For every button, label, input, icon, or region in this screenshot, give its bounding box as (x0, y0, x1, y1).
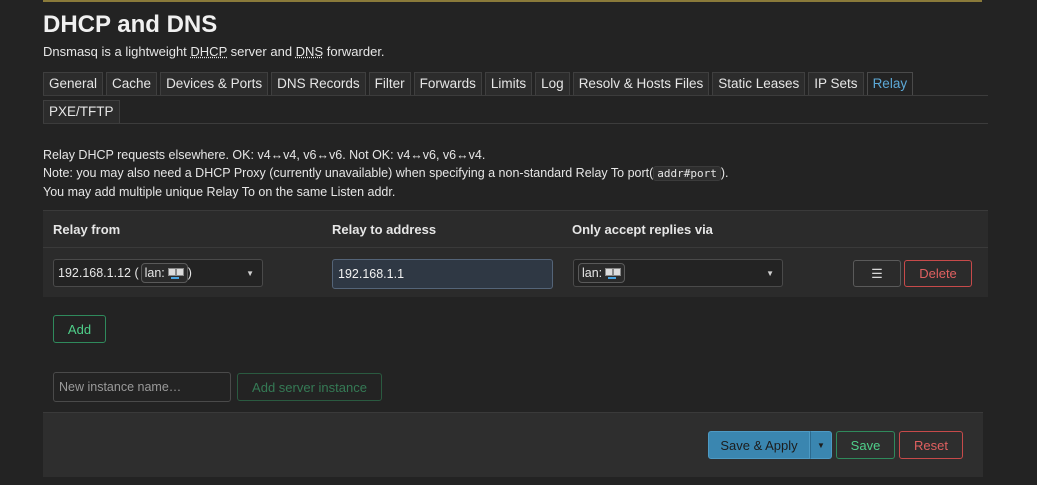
info-line-1: Relay DHCP requests elsewhere. OK: v4↔v4… (43, 148, 486, 162)
save-apply-button[interactable]: Save & Apply (708, 431, 810, 459)
tab-row-1: General Cache Devices & Ports DNS Record… (43, 72, 988, 96)
reset-button[interactable]: Reset (899, 431, 963, 459)
header-relay-to: Relay to address (332, 221, 437, 237)
relay-info: Relay DHCP requests elsewhere. OK: v4↔v4… (43, 146, 988, 201)
desc-text: Dnsmasq is a lightweight (43, 44, 191, 59)
tab-log[interactable]: Log (535, 72, 570, 95)
info-line-2: Note: you may also need a DHCP Proxy (cu… (43, 164, 988, 183)
chevron-down-icon: ▼ (817, 440, 825, 450)
tab-cache[interactable]: Cache (106, 72, 158, 95)
delete-button[interactable]: Delete (904, 260, 972, 287)
info-line-3: You may add multiple unique Relay To on … (43, 185, 396, 199)
relay-from-select[interactable]: 192.168.1.12 ( lan:) ▼ (53, 259, 263, 287)
network-icon (167, 267, 184, 279)
interface-label: lan: (582, 266, 603, 280)
replies-via-select[interactable]: lan: ▼ (573, 259, 783, 287)
row-menu-button[interactable]: ☰ (853, 260, 901, 287)
code-addr-port: addr#port (653, 166, 721, 181)
info-text: ). (720, 166, 729, 180)
tab-relay[interactable]: Relay (866, 72, 914, 95)
page-content: DHCP and DNS Dnsmasq is a lightweight DH… (43, 10, 988, 297)
relay-from-close: ) (187, 266, 192, 280)
abbr-dns: DNS (295, 44, 324, 59)
table-row: 192.168.1.12 ( lan:) ▼ lan: ▼ ☰ Delete (43, 248, 988, 297)
tab-row-2: PXE/TFTP (43, 100, 988, 124)
hamburger-icon: ☰ (871, 265, 883, 281)
tab-general[interactable]: General (43, 72, 104, 95)
chevron-down-icon: ▼ (766, 269, 774, 278)
chevron-down-icon: ▼ (246, 269, 254, 278)
abbr-dhcp: DHCP (190, 44, 228, 59)
save-apply-dropdown-button[interactable]: ▼ (810, 431, 832, 459)
tab-filter[interactable]: Filter (368, 72, 411, 95)
new-instance-input[interactable] (53, 372, 231, 402)
interface-chip: lan: (578, 263, 626, 283)
save-button[interactable]: Save (836, 431, 895, 459)
relay-table: Relay from Relay to address Only accept … (43, 210, 988, 297)
page-title: DHCP and DNS (43, 11, 218, 38)
tab-pxe-tftp[interactable]: PXE/TFTP (43, 100, 120, 123)
relay-from-ip: 192.168.1.12 ( (58, 266, 139, 280)
tab-forwards[interactable]: Forwards (413, 72, 482, 95)
add-server-instance-button[interactable]: Add server instance (237, 373, 382, 401)
tab-static-leases[interactable]: Static Leases (712, 72, 806, 95)
tab-dns-records[interactable]: DNS Records (271, 72, 366, 95)
interface-label: lan: (144, 266, 165, 280)
network-icon (605, 267, 622, 279)
tab-ip-sets[interactable]: IP Sets (808, 72, 864, 95)
page-description: Dnsmasq is a lightweight DHCP server and… (43, 44, 988, 59)
tab-bar: General Cache Devices & Ports DNS Record… (43, 72, 988, 124)
add-button[interactable]: Add (53, 315, 106, 343)
desc-text: server and (227, 44, 296, 59)
tab-resolv-hosts[interactable]: Resolv & Hosts Files (572, 72, 710, 95)
interface-chip: lan: (140, 263, 188, 283)
header-replies-via: Only accept replies via (572, 221, 713, 237)
top-accent-line (43, 0, 982, 2)
relay-to-address-input[interactable] (332, 259, 553, 289)
desc-text: forwarder. (323, 44, 385, 59)
header-relay-from: Relay from (53, 221, 121, 237)
action-footer: Save & Apply ▼ Save Reset (43, 412, 983, 477)
table-header: Relay from Relay to address Only accept … (43, 211, 988, 248)
tab-limits[interactable]: Limits (484, 72, 533, 95)
info-text: Note: you may also need a DHCP Proxy (cu… (43, 166, 654, 180)
tab-devices-ports[interactable]: Devices & Ports (160, 72, 269, 95)
